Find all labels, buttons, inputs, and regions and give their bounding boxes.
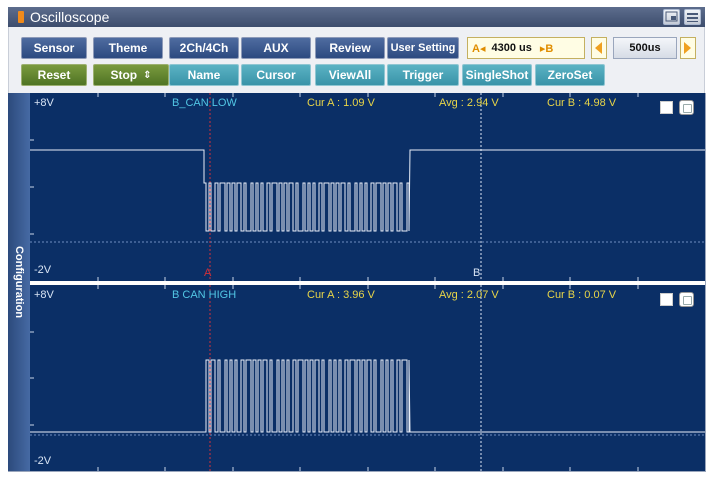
app-icon [18, 11, 24, 23]
stop-label: Stop [110, 68, 138, 82]
cursor-b-marker[interactable]: B [473, 267, 480, 279]
channel-2-top-voltage: +8V [34, 289, 54, 301]
waveform-trace [30, 359, 705, 433]
cursor-a-tag: A◂ [472, 42, 486, 55]
cursor-span-value: 4300 us [491, 42, 532, 54]
time-div-decrease-button[interactable] [591, 37, 607, 59]
channel-2-visible-checkbox[interactable] [660, 293, 673, 306]
channel-2-waveform [30, 285, 705, 471]
configuration-tab[interactable]: Configuration [8, 93, 30, 471]
channel-2-name: B CAN HIGH [172, 289, 237, 301]
zeroset-button[interactable]: ZeroSet [535, 64, 605, 86]
channel-1-plot[interactable]: +8V -2V B_CAN LOW Cur A : 1.09 V Avg : 2… [30, 93, 705, 281]
title-bar: Oscilloscope [8, 7, 705, 27]
cursor-span-display: A◂ 4300 us ▸B [467, 37, 585, 59]
review-button[interactable]: Review [315, 37, 385, 59]
channel-2-cursor-b-value: Cur B : 0.07 V [547, 289, 617, 301]
menu-icon[interactable] [684, 9, 701, 25]
channel-1-name: B_CAN LOW [172, 97, 237, 109]
frame-bottom [8, 471, 706, 472]
time-div-increase-button[interactable] [680, 37, 696, 59]
sensor-button[interactable]: Sensor [21, 37, 87, 59]
cursor-b-tag: ▸B [539, 42, 554, 55]
channels-button[interactable]: 2Ch/4Ch [169, 37, 239, 59]
trigger-button[interactable]: Trigger [387, 64, 459, 86]
user-setting-button[interactable]: User Setting [387, 37, 459, 59]
layout-icon[interactable] [663, 9, 680, 25]
singleshot-button[interactable]: SingleShot [462, 64, 532, 86]
channel-2-cursor-a-value: Cur A : 3.96 V [307, 289, 375, 301]
viewall-button[interactable]: ViewAll [315, 64, 385, 86]
channel-1-options-icon[interactable] [679, 100, 694, 115]
toolbar: Sensor Theme 2Ch/4Ch AUX Review User Set… [8, 27, 705, 93]
frame-right [705, 93, 706, 471]
waveform-trace [30, 149, 705, 232]
channel-1-waveform [30, 93, 705, 281]
channel-2-average-value: Avg : 2.07 V [439, 289, 499, 301]
channel-1-top-voltage: +8V [34, 97, 54, 109]
time-div-value: 500us [613, 37, 677, 59]
triangle-left-icon [595, 42, 602, 54]
name-button[interactable]: Name [169, 64, 239, 86]
channel-1-cursor-a-value: Cur A : 1.09 V [307, 97, 375, 109]
configuration-label: Configuration [13, 245, 25, 319]
reset-button[interactable]: Reset [21, 64, 87, 86]
app-title: Oscilloscope [30, 9, 110, 25]
cursor-button[interactable]: Cursor [241, 64, 311, 86]
channel-2-plot[interactable]: +8V -2V B CAN HIGH Cur A : 3.96 V Avg : … [30, 285, 705, 471]
stop-select[interactable]: Stop ⇕ [93, 64, 169, 86]
aux-button[interactable]: AUX [241, 37, 311, 59]
channel-1-cursor-b-value: Cur B : 4.98 V [547, 97, 617, 109]
channel-2-bottom-voltage: -2V [34, 455, 52, 467]
cursor-a-marker[interactable]: A [204, 267, 211, 279]
triangle-right-icon [684, 42, 691, 54]
channel-1-bottom-voltage: -2V [34, 264, 52, 276]
channel-1-average-value: Avg : 2.94 V [439, 97, 499, 109]
updown-icon: ⇕ [143, 69, 152, 81]
theme-button[interactable]: Theme [93, 37, 163, 59]
channel-1-visible-checkbox[interactable] [660, 101, 673, 114]
channel-2-options-icon[interactable] [679, 292, 694, 307]
